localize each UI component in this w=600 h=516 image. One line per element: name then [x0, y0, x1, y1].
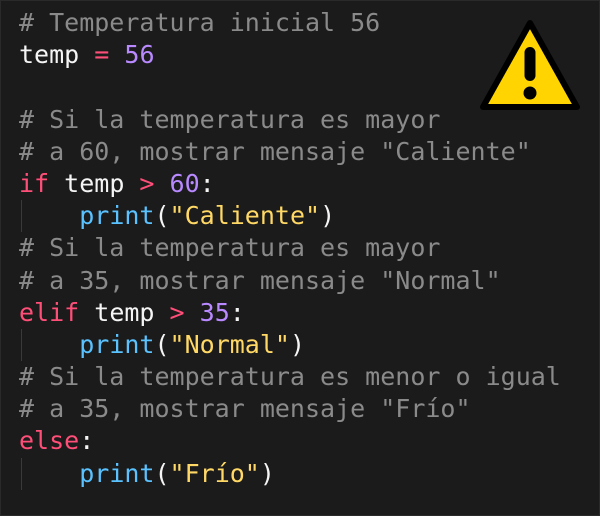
code-token-punc: (: [154, 329, 170, 359]
code-token-punc: (: [154, 201, 170, 231]
code-token-comment: # Si la temperatura es menor o igual: [19, 362, 561, 392]
code-line: else:: [19, 425, 561, 457]
code-token-builtin: print: [79, 201, 155, 231]
code-token-punc: ): [289, 329, 306, 359]
code-token-comment: # a 35, mostrar mensaje "Frío": [19, 394, 471, 424]
code-line: # Si la temperatura es mayor: [19, 232, 561, 264]
code-line: print("Caliente"): [19, 200, 561, 233]
code-token-punc: :: [199, 168, 215, 198]
code-token-string: "Frío": [169, 458, 260, 488]
code-token-kw: else: [19, 426, 80, 456]
code-token-punc: (: [154, 458, 170, 488]
code-line: # a 35, mostrar mensaje "Frío": [19, 393, 561, 425]
code-token-punc: ): [259, 458, 275, 488]
code-line: # Si la temperatura es menor o igual: [19, 361, 561, 393]
warning-exclamation-bar: [524, 47, 536, 81]
code-token-comment: # Si la temperatura es mayor: [19, 104, 441, 134]
code-token-comment: # a 60, mostrar mensaje "Caliente": [19, 136, 531, 166]
code-token-op: >: [139, 168, 155, 198]
code-screenshot: # Temperatura inicial 56 temp = 56 # Si la…: [0, 0, 600, 516]
code-token-text: temp: [19, 40, 95, 70]
code-token-punc: ): [320, 201, 336, 231]
code-line: print("Normal"): [19, 328, 561, 362]
warning-icon: !: [480, 20, 580, 110]
code-token-num: 60: [169, 168, 200, 198]
code-token-punc: :: [229, 297, 245, 327]
code-line: # a 60, mostrar mensaje "Caliente": [19, 136, 561, 168]
code-token-comment: # a 35, mostrar mensaje "Normal": [19, 265, 501, 295]
code-token-kw: if: [19, 168, 50, 198]
code-token-text: temp: [79, 297, 170, 327]
code-token-kw: elif: [19, 297, 80, 327]
code-line: # a 35, mostrar mensaje "Normal": [19, 265, 561, 297]
code-token-text: temp: [49, 168, 140, 198]
code-token-punc: :: [79, 426, 95, 456]
code-line: if temp > 60:: [19, 168, 561, 200]
code-token-num: 35: [199, 297, 230, 327]
code-token-num: 56: [124, 40, 155, 70]
code-token-comment: # Temperatura inicial 56: [19, 8, 381, 37]
code-token-comment: # Si la temperatura es mayor: [19, 233, 441, 263]
code-token-builtin: print: [79, 458, 155, 488]
indent-guide: [21, 328, 22, 362]
code-token-string: "Normal": [169, 329, 290, 359]
indent-guide: [21, 200, 22, 233]
code-token-op: >: [169, 297, 185, 327]
code-token-op: =: [94, 40, 110, 70]
code-line: elif temp > 35:: [19, 297, 561, 329]
indent-guide: [21, 457, 22, 490]
code-token-builtin: print: [79, 329, 155, 359]
code-token-string: "Caliente": [169, 201, 321, 231]
code-line: print("Frío"): [19, 457, 561, 490]
